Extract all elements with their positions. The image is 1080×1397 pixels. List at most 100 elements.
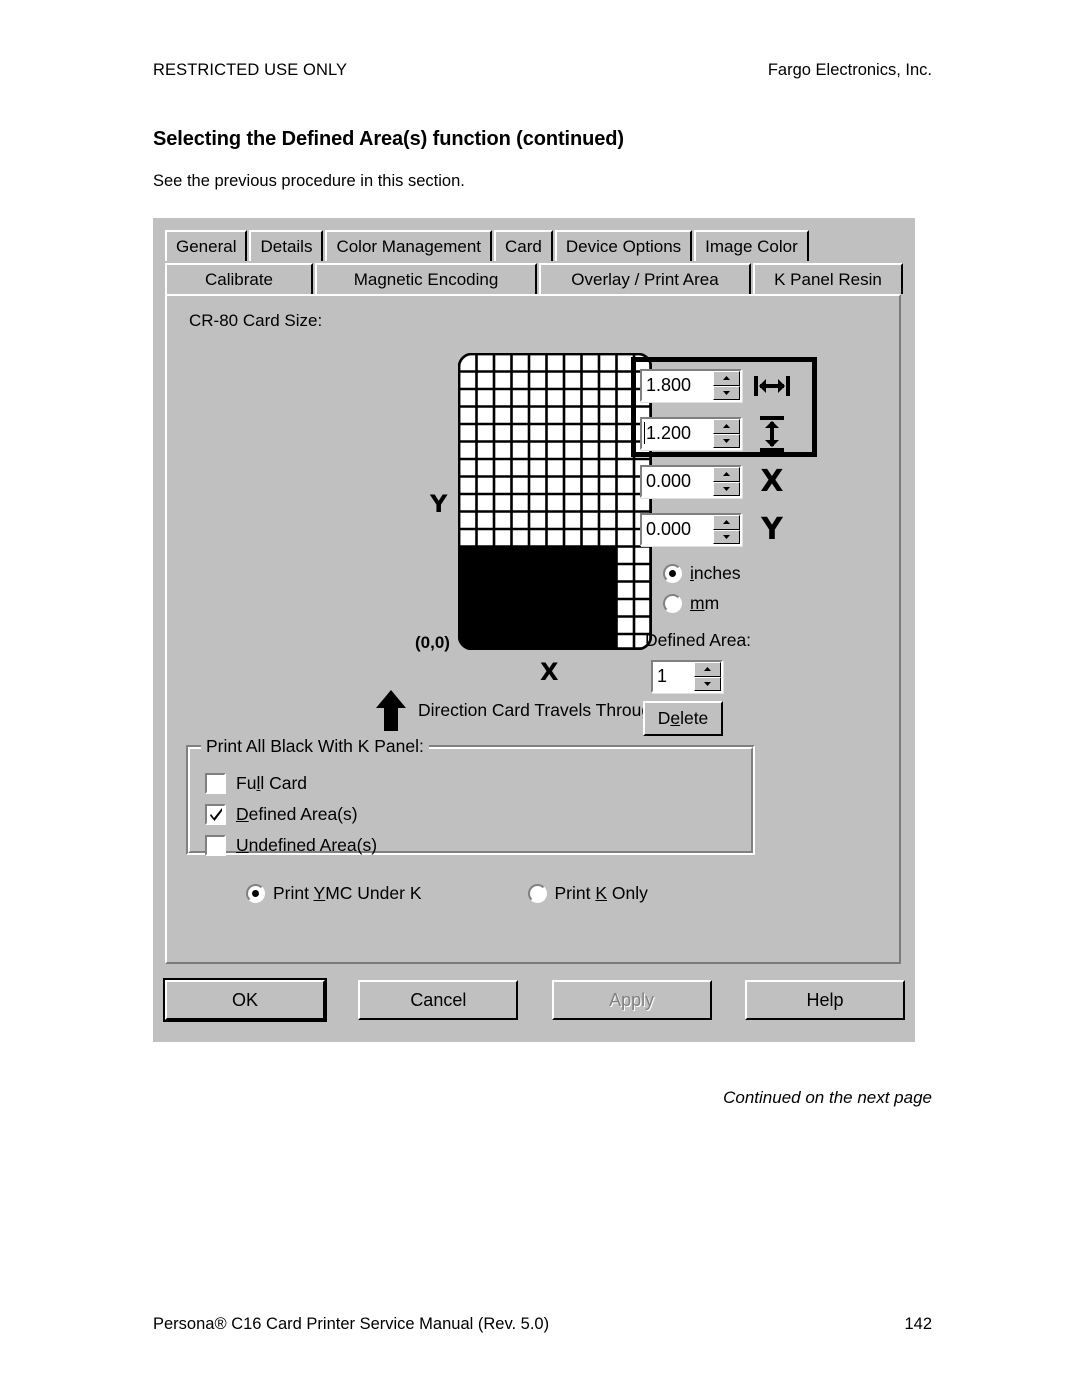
x-offset-spin-down-button[interactable] <box>713 481 740 496</box>
footer-page-number: 142 <box>904 1315 932 1333</box>
cancel-button-label: Cancel <box>410 989 467 1010</box>
units-radio-group: inches mm <box>663 558 741 618</box>
card-size-label: CR-80 Card Size: <box>189 311 323 330</box>
tab-label: Image Color <box>705 236 798 256</box>
height-spinner-row: 1.200 <box>640 414 800 453</box>
height-spin-up-button[interactable] <box>713 419 740 434</box>
y-offset-spin-down-button[interactable] <box>713 529 740 544</box>
tab-device-options[interactable]: Device Options <box>554 230 693 261</box>
dimension-spinner-group: 1.800 1.200 0.000 X 0.000 Y <box>640 366 800 558</box>
height-value-text: 1.200 <box>646 423 692 443</box>
x-offset-spinner-row: 0.000 X <box>640 462 800 501</box>
x-offset-value[interactable]: 0.000 <box>642 467 713 496</box>
help-button-label: Help <box>806 989 844 1010</box>
checkbox-full-card[interactable]: Full Card <box>205 768 377 799</box>
tab-overlay-print-area[interactable]: Overlay / Print Area <box>539 263 751 294</box>
text-caret <box>644 422 645 444</box>
tab-label: Calibrate <box>204 269 274 289</box>
direction-arrow-icon <box>376 690 406 731</box>
defined-area-spinner[interactable]: 1 <box>651 660 723 693</box>
help-button[interactable]: Help <box>744 980 905 1020</box>
width-spinner[interactable]: 1.800 <box>640 369 742 402</box>
height-spinner[interactable]: 1.200 <box>640 417 742 450</box>
apply-button-label: Apply <box>609 989 655 1010</box>
tab-row-1: General Details Color Management Card De… <box>165 230 905 261</box>
defined-area-spin-up-button[interactable] <box>694 662 721 677</box>
defined-area-spinner-buttons <box>694 662 721 691</box>
width-spin-down-button[interactable] <box>713 385 740 400</box>
width-value[interactable]: 1.800 <box>642 371 713 400</box>
units-inches-label: inches <box>690 562 741 583</box>
tab-card[interactable]: Card <box>494 230 553 261</box>
defined-area-selection <box>459 546 616 649</box>
defined-area-value[interactable]: 1 <box>653 662 694 691</box>
y-axis-label: Y <box>430 490 448 518</box>
dialog-button-bar: OK Cancel Apply Help <box>163 978 905 1022</box>
tab-color-management[interactable]: Color Management <box>325 230 493 261</box>
checkbox-undefined-areas[interactable]: Undefined Area(s) <box>205 830 377 861</box>
radio-print-ymc-under-k[interactable]: Print YMC Under K <box>246 878 422 908</box>
ok-button-label: OK <box>231 989 258 1010</box>
print-mode-radio-group: Print YMC Under K Print K Only <box>246 878 754 908</box>
ok-button[interactable]: OK <box>163 978 327 1022</box>
y-offset-value[interactable]: 0.000 <box>642 515 713 544</box>
radio-print-k-only-label: Print K Only <box>554 882 648 903</box>
checkbox-undefined-areas-icon[interactable] <box>205 835 226 856</box>
height-spin-down-button[interactable] <box>713 433 740 448</box>
height-spinner-buttons <box>713 419 740 448</box>
radio-mm-icon[interactable] <box>663 593 682 613</box>
radio-print-k-only[interactable]: Print K Only <box>527 878 648 908</box>
tab-strip: General Details Color Management Card De… <box>165 230 905 294</box>
tab-magnetic-encoding[interactable]: Magnetic Encoding <box>315 263 537 294</box>
height-value[interactable]: 1.200 <box>642 419 713 448</box>
height-icon <box>748 415 796 453</box>
y-offset-spinner-row: 0.000 Y <box>640 510 800 549</box>
checkbox-defined-areas[interactable]: Defined Area(s) <box>205 799 377 830</box>
y-offset-spin-up-button[interactable] <box>713 515 740 530</box>
origin-label: (0,0) <box>415 633 450 652</box>
delete-button-label: Delete <box>657 708 709 728</box>
y-offset-icon: Y <box>761 512 783 547</box>
checkbox-full-card-label: Full Card <box>236 773 308 793</box>
width-icon <box>748 373 796 399</box>
tab-label: Card <box>505 236 542 256</box>
checkbox-undefined-areas-label: Undefined Area(s) <box>236 835 378 855</box>
x-offset-spinner[interactable]: 0.000 <box>640 465 742 498</box>
radio-print-ymc-under-k-icon[interactable] <box>246 883 265 903</box>
tab-calibrate[interactable]: Calibrate <box>165 263 313 294</box>
width-spinner-row: 1.800 <box>640 366 800 405</box>
units-option-mm[interactable]: mm <box>663 588 741 618</box>
print-all-black-group-title: Print All Black With K Panel: <box>201 736 429 757</box>
units-option-inches[interactable]: inches <box>663 558 741 588</box>
width-spin-up-button[interactable] <box>713 371 740 386</box>
radio-print-k-only-icon[interactable] <box>527 883 547 903</box>
tab-k-panel-resin[interactable]: K Panel Resin <box>753 263 903 294</box>
cancel-button[interactable]: Cancel <box>358 980 519 1020</box>
tab-label: Device Options <box>565 236 682 256</box>
tab-label: K Panel Resin <box>774 269 882 289</box>
tab-image-color[interactable]: Image Color <box>694 230 809 261</box>
tab-label: Color Management <box>336 236 482 256</box>
y-offset-spinner[interactable]: 0.000 <box>640 513 742 546</box>
x-offset-spinner-buttons <box>713 467 740 496</box>
k-panel-resin-dialog: General Details Color Management Card De… <box>153 218 915 1042</box>
tab-details[interactable]: Details <box>249 230 324 261</box>
checkbox-defined-areas-label: Defined Area(s) <box>236 804 358 824</box>
delete-button[interactable]: Delete <box>643 701 723 736</box>
checkbox-full-card-icon[interactable] <box>205 773 226 794</box>
x-axis-label: X <box>540 658 559 686</box>
checkbox-defined-areas-icon[interactable] <box>205 804 226 825</box>
tab-label: Magnetic Encoding <box>353 269 499 289</box>
radio-print-ymc-under-k-label: Print YMC Under K <box>273 882 422 903</box>
document-page: RESTRICTED USE ONLY Fargo Electronics, I… <box>0 0 1080 1397</box>
tab-label: General <box>176 236 237 256</box>
page-subtitle: See the previous procedure in this secti… <box>153 172 465 190</box>
page-title: Selecting the Defined Area(s) function (… <box>153 128 624 150</box>
defined-area-spin-down-button[interactable] <box>694 676 721 691</box>
header-restricted-notice: RESTRICTED USE ONLY <box>153 61 348 79</box>
tab-general[interactable]: General <box>165 230 248 261</box>
card-preview-graphic[interactable] <box>458 353 652 650</box>
apply-button[interactable]: Apply <box>551 980 712 1020</box>
x-offset-spin-up-button[interactable] <box>713 467 740 482</box>
radio-inches-icon[interactable] <box>663 563 682 583</box>
